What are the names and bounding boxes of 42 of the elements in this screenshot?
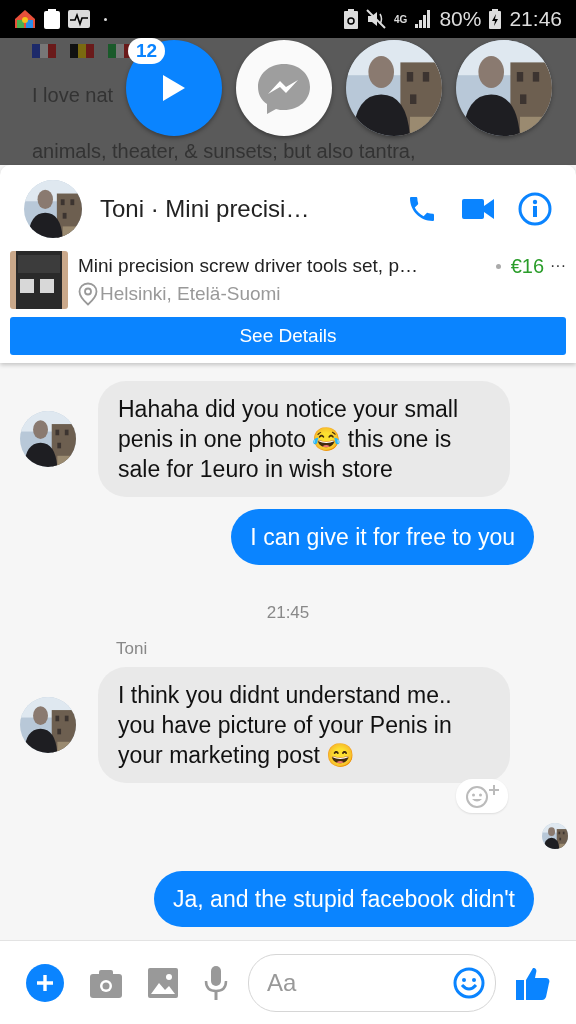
camera-icon[interactable] [90,967,122,998]
location-pin-icon [78,281,98,306]
notification-dot-icon [104,17,107,21]
listing-title: Mini precision screw driver tools set, p… [78,255,419,277]
plus-icon [35,972,55,993]
play-icon [161,73,187,103]
thumbs-up-icon[interactable] [516,965,550,1000]
separator-dot-icon [495,263,501,269]
battery-saver-icon [344,9,359,29]
more-button[interactable]: ··· [550,257,566,275]
video-camera-icon[interactable] [462,197,494,221]
add-reaction-button[interactable] [456,779,508,813]
conversation-title: Toni · Mini precisi… [100,195,311,223]
info-icon[interactable] [518,192,552,226]
smiley-plus-icon [464,783,500,809]
chat-head[interactable] [236,40,332,136]
battery-percent: 80% [439,7,482,31]
home-icon [14,8,36,30]
message-bubble: Ja, and the stupid facebook didn't [154,871,534,927]
network-type: 4G [394,13,408,25]
mute-icon [366,9,387,29]
microphone-icon[interactable] [204,965,228,1000]
emoji-icon[interactable] [453,966,485,999]
signal-icon [415,10,432,28]
image-icon[interactable] [148,967,178,998]
listing-location: Helsinki, Etelä-Suomi [100,282,281,305]
message-bubble: I can give it for free to you [231,509,534,565]
message-field[interactable]: Aa [248,953,496,1012]
message-bubble: Hahaha did you notice your small penis in one photo 😂 this one is sale for 1euro in wish store [98,381,510,497]
clock: 21:46 [509,7,562,31]
unread-badge: 12 [128,38,166,64]
clipboard-icon [44,9,60,29]
see-details-button[interactable]: See Details [10,317,566,355]
battery-charging-icon [489,9,502,29]
price: €16 [510,254,544,278]
message-bubble: I think you didnt understand me.. you have picture of your Penis in your marketing post 😄 [98,667,510,783]
add-button[interactable] [26,963,64,1002]
message-input-field[interactable]: Aa [267,960,453,1005]
chat-head[interactable] [126,40,222,136]
sender-name: Toni [115,639,149,659]
pulse-icon [68,10,90,28]
timestamp: 21:45 [265,603,311,623]
